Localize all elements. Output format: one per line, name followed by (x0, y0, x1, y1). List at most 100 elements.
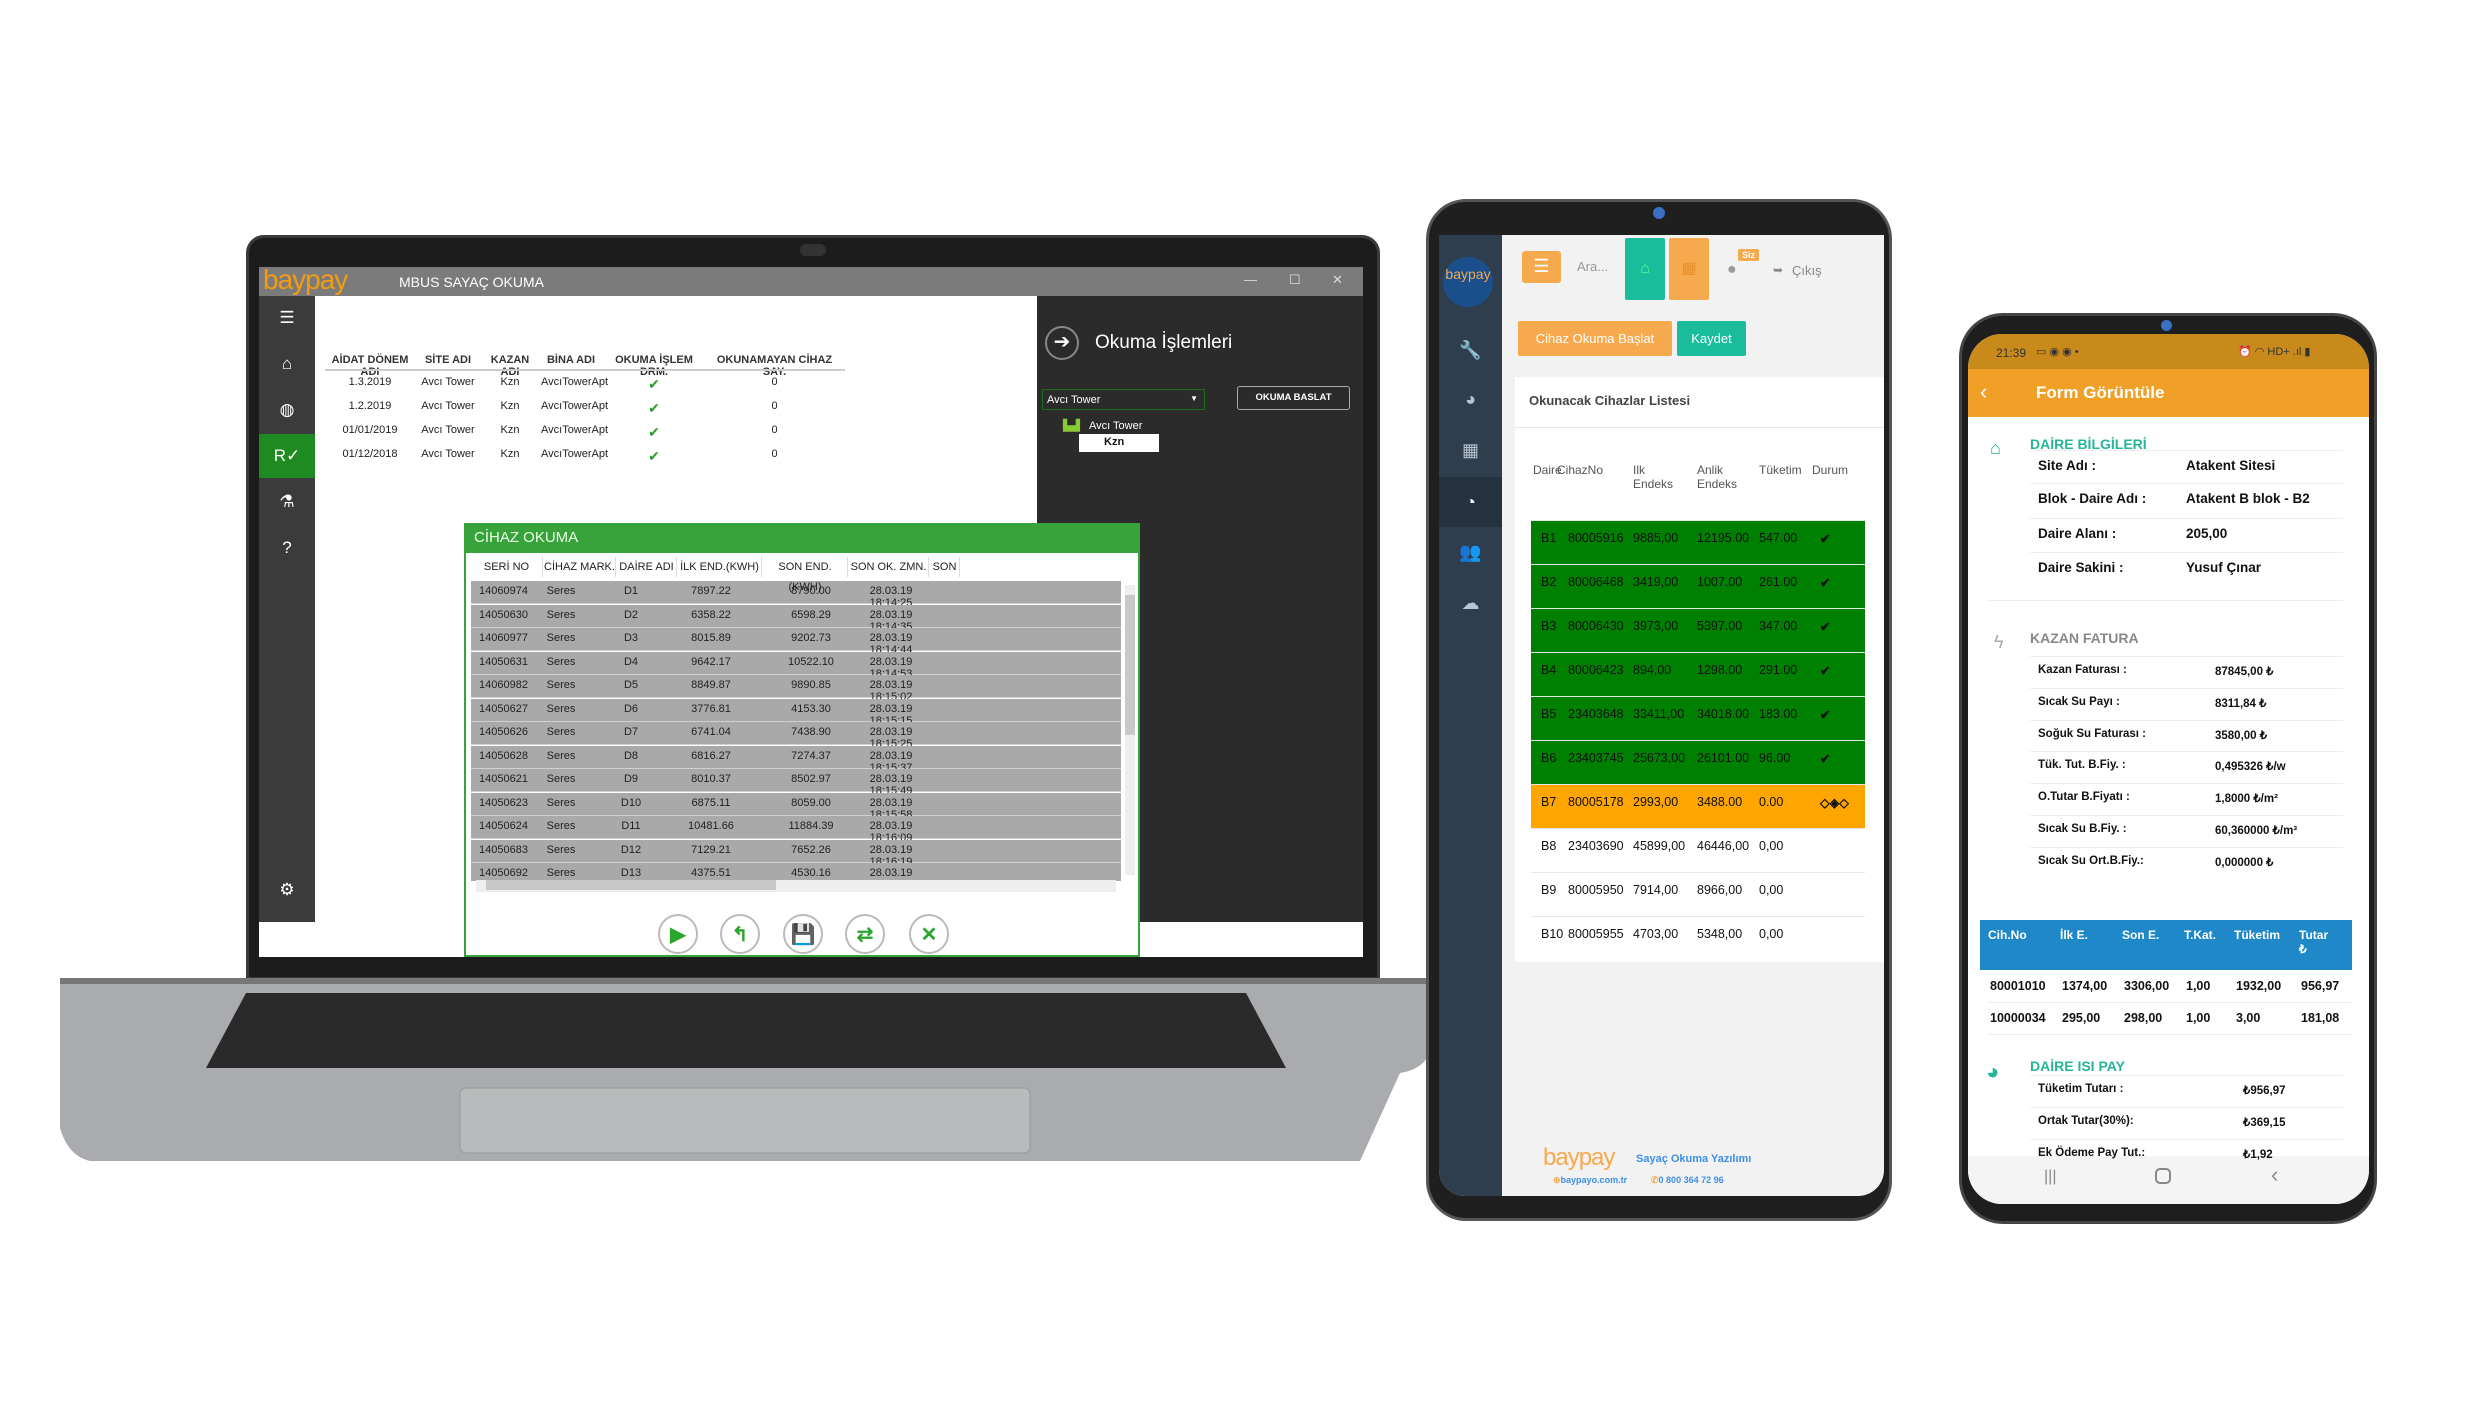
table-row[interactable]: 14050630 Seres D2 6358.22 6598.29 28.03.19 18… (471, 604, 1121, 633)
search-input[interactable]: Ara... (1577, 259, 1608, 274)
system-icons: ⏰ ◠ HD+ .ıl ▮ (2238, 346, 2311, 358)
table-cell: 96.00 (1759, 751, 1791, 765)
footer-website[interactable]: ⊕baypayo.com.tr (1553, 1175, 1627, 1186)
table-row[interactable]: B8 23403690 45899,00 46446,00 0,00 (1531, 828, 1865, 872)
table-row[interactable]: B3 80006430 3973,00 5397.00 347.00 ✔ (1531, 608, 1865, 652)
table-row[interactable]: B10 80005955 4703,00 5348,00 0,00 (1531, 916, 1865, 960)
close-button[interactable]: ✕ (1332, 272, 1343, 288)
table-row[interactable]: 14050627 Seres D6 3776.81 4153.30 28.03.19 18… (471, 698, 1121, 727)
minimize-button[interactable]: — (1244, 272, 1257, 287)
vertical-scrollbar[interactable] (1125, 585, 1135, 875)
table-cell: 6598.29 (791, 608, 831, 621)
menu-icon[interactable]: ☰ (259, 296, 315, 340)
table-cell: 2993,00 (1633, 795, 1679, 809)
table-cell: Seres (546, 702, 576, 715)
column-header: SERİ NO (471, 557, 543, 577)
pie-chart-icon[interactable]: ◕ (1439, 374, 1502, 424)
table-cell: 894,00 (1633, 663, 1672, 677)
phone-icon: ✆ (1651, 1175, 1659, 1185)
divider (2030, 815, 2343, 816)
tablet-screen: baypay 🔧 ◕ ▦ ◔ 👥 ☁ ☰ Ara... ⌂ ▦ ● Siz ➥ … (1439, 235, 1884, 1196)
cancel-button[interactable]: ✕ (909, 914, 949, 954)
table-cell: B3 (1541, 619, 1557, 633)
table-cell: 23403745 (1568, 751, 1624, 765)
back-nav-icon[interactable]: ‹ (2271, 1162, 2278, 1188)
arrow-right-icon[interactable]: ➔ (1045, 326, 1079, 360)
table-row[interactable]: B6 23403745 25673,00 26101.00 96.00 ✔ (1531, 740, 1865, 784)
table-row[interactable]: B9 80005950 7914,00 8966,00 0,00 (1531, 872, 1865, 916)
column-header: SİTE ADI (424, 354, 472, 366)
column-header: OKUMA İŞLEM DRM. (615, 354, 693, 378)
reading-icon[interactable]: R✓ (259, 434, 315, 478)
table-row[interactable]: 14050623 Seres D10 6875.11 8059.00 28.03.19 1… (471, 792, 1121, 821)
table-row[interactable]: B7 80005178 2993,00 3488.00 0.00 ◇◈◇ (1531, 784, 1865, 828)
table-cell: 01/12/2018 (342, 448, 398, 460)
start-reading-button[interactable]: OKUMA BASLAT (1237, 386, 1350, 410)
home-button[interactable]: ⌂ (1625, 238, 1665, 300)
table-row[interactable]: 14050692SeresD134375.514530.1628.03.19 1… (471, 863, 1121, 881)
table-row[interactable]: B5 23403648 33411,00 34018.00 183.00 ✔ (1531, 696, 1865, 740)
table-row[interactable]: 14050631 Seres D4 9642.17 10522.10 28.03.19 1… (471, 651, 1121, 680)
save-button[interactable]: Kaydet (1677, 321, 1746, 356)
table-cell: Seres (546, 679, 576, 691)
gauge-icon[interactable]: ◔ (1439, 477, 1502, 527)
table-row[interactable]: 14050626 Seres D7 6741.04 7438.90 28.03.19 18… (471, 722, 1121, 750)
home-nav-icon[interactable] (2155, 1168, 2171, 1184)
menu-button[interactable]: ☰ (1522, 251, 1561, 283)
logout-icon[interactable]: ➥ (1773, 263, 1783, 277)
logout-link[interactable]: Çıkış (1792, 263, 1822, 278)
wrench-icon[interactable]: 🔧 (1439, 325, 1502, 375)
globe-icon[interactable]: ◍ (259, 388, 315, 432)
play-button[interactable]: ▶ (658, 914, 698, 954)
undo-button[interactable]: ↰ (720, 914, 760, 954)
users-icon[interactable]: 👥 (1439, 527, 1502, 577)
table-cell: 80006423 (1568, 663, 1624, 677)
column-header: CİHAZ MARK. (544, 557, 616, 577)
info-value: 8311,84 ₺ (2215, 697, 2267, 710)
building-button[interactable]: ▦ (1669, 238, 1709, 300)
refresh-button[interactable]: ⇄ (845, 914, 885, 954)
table-cell: Avcı Tower (421, 400, 475, 412)
table-cell: Avcı Tower (421, 448, 475, 460)
home-icon[interactable]: ⌂ (259, 342, 315, 386)
table-row[interactable]: 14050624 Seres D11 10481.66 11884.39 28.03.19… (471, 816, 1121, 844)
user-icon[interactable]: ● (1727, 261, 1737, 279)
help-icon[interactable]: ? (259, 526, 315, 570)
building-icon[interactable]: ▦ (1439, 425, 1502, 475)
table-cell: 3,00 (2236, 1011, 2261, 1025)
table-row[interactable]: 14050621 Seres D9 8010.37 8502.97 28.03.19 18… (471, 769, 1121, 797)
table-row[interactable]: B1 80005916 9885,00 12195.00 547.00 ✔ (1531, 520, 1865, 564)
gear-icon[interactable]: ⚙ (259, 868, 315, 912)
column-header: Cih.No (1988, 928, 2027, 942)
flask-icon[interactable]: ⚗ (259, 480, 315, 524)
recent-apps-icon[interactable]: ||| (2044, 1168, 2056, 1186)
table-row[interactable]: 14060982 Seres D5 8849.87 9890.85 28.03.19 18… (471, 675, 1121, 703)
table-row[interactable]: B2 80006468 3419,00 1007.00 261.00 ✔ (1531, 564, 1865, 608)
footer-phone[interactable]: ✆0 800 364 72 96 (1651, 1175, 1724, 1186)
tree-child[interactable]: Kzn (1079, 434, 1159, 452)
horizontal-scrollbar[interactable] (476, 880, 1116, 892)
table-row[interactable]: 14050628 Seres D8 6816.27 7274.37 28.03.19 18… (471, 745, 1121, 774)
table-cell: Avcı Tower (421, 376, 475, 388)
back-icon[interactable]: ‹ (1980, 379, 1987, 405)
info-label: Tüketim Tutarı : (2038, 1083, 2124, 1095)
table-cell: D8 (623, 749, 639, 762)
cloud-download-icon[interactable]: ☁ (1439, 578, 1502, 628)
divider (2030, 1107, 2343, 1108)
table-cell: B5 (1541, 707, 1557, 721)
tree-root[interactable]: Avcı Tower (1089, 420, 1142, 432)
info-label: Site Adı : (2038, 458, 2097, 473)
site-select[interactable]: Avcı Tower ▼ (1042, 389, 1205, 410)
table-cell: 7652.26 (791, 843, 831, 856)
table-cell: 28.03.19 18:16:29 (869, 867, 913, 881)
table-row[interactable]: 14060977 Seres D3 8015.89 9202.73 28.03.19 18… (471, 628, 1121, 656)
divider (2030, 751, 2343, 753)
table-cell: 291.00 (1759, 663, 1798, 677)
table-row[interactable]: 14050683 Seres D12 7129.21 7652.26 28.03.19 1… (471, 839, 1121, 868)
table-row[interactable]: B4 80006423 894,00 1298.00 291.00 ✔ (1531, 652, 1865, 696)
table-cell: Seres (546, 867, 576, 879)
start-reading-button[interactable]: Cihaz Okuma Başlat (1518, 321, 1672, 356)
maximize-button[interactable]: ☐ (1289, 272, 1301, 288)
save-button[interactable]: 💾 (783, 914, 823, 954)
table-cell: 1007.00 (1697, 575, 1743, 589)
